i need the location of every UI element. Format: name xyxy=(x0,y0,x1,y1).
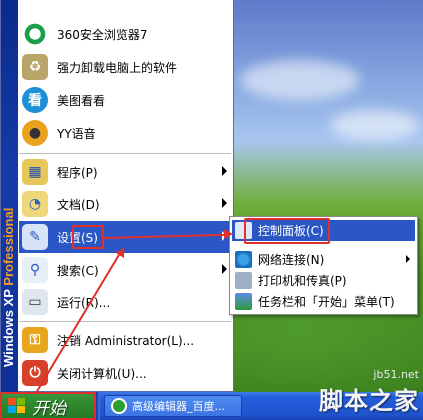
watermark-site: jb51.net xyxy=(373,368,419,381)
chevron-right-icon xyxy=(406,255,410,263)
pinned-item-label: 360安全浏览器7 xyxy=(57,27,148,42)
pinned-item-yy[interactable]: ● YY语音 xyxy=(19,117,233,149)
chevron-right-icon xyxy=(222,198,227,208)
yy-voice-icon: ● xyxy=(22,120,48,146)
pinned-item-meitu[interactable]: 看 美图看看 xyxy=(19,84,233,116)
pinned-item-label: 美图看看 xyxy=(57,93,106,108)
pinned-item-label: 强力卸载电脑上的软件 xyxy=(57,60,178,75)
submenu-item-label: 任务栏和「开始」菜单(T) xyxy=(258,295,395,309)
sky-cloud xyxy=(330,110,420,140)
annotation-arrow-head xyxy=(224,229,233,239)
documents-icon: ◔ xyxy=(22,191,48,217)
sky-cloud xyxy=(240,60,360,100)
windows-xp-brand-strip: Windows XP Professional xyxy=(1,0,18,392)
brand-strip-text: Windows XP Professional xyxy=(0,1,17,371)
watermark: jb51.net 脚本之家 xyxy=(319,368,419,416)
brand-name: Windows XP xyxy=(1,289,16,367)
power-icon: ⏻ xyxy=(22,360,48,386)
submenu-item-printers[interactable]: 打印机和传真(P) xyxy=(232,270,415,291)
settings-icon: ✎ xyxy=(22,224,48,250)
search-icon: ⚲ xyxy=(22,257,48,283)
browser-icon xyxy=(111,398,127,414)
menu-item-programs[interactable]: ▦ 程序(P) xyxy=(19,156,233,188)
menu-separator xyxy=(19,321,231,322)
taskbar-window-button[interactable]: 高级编辑器_百度... xyxy=(104,395,242,417)
pinned-item-uninstaller[interactable]: ♻ 强力卸载电脑上的软件 xyxy=(19,51,233,83)
menu-item-label: 文档(D) xyxy=(57,197,100,212)
submenu-item-network[interactable]: 网络连接(N) xyxy=(232,249,415,270)
taskbar-window-label: 高级编辑器_百度... xyxy=(132,400,225,413)
submenu-item-label: 网络连接(N) xyxy=(258,253,325,267)
printer-icon xyxy=(235,272,252,289)
pinned-item-360-browser[interactable]: 360安全浏览器7 xyxy=(19,18,233,50)
run-icon: ▭ xyxy=(22,289,48,315)
brand-edition: Professional xyxy=(1,207,16,286)
submenu-item-label: 打印机和传真(P) xyxy=(258,274,347,288)
taskbar-divider xyxy=(96,392,100,420)
annotation-highlight-control-panel xyxy=(244,218,330,244)
menu-item-documents[interactable]: ◔ 文档(D) xyxy=(19,188,233,220)
programs-icon: ▦ xyxy=(22,159,48,185)
menu-item-label: 程序(P) xyxy=(57,165,98,180)
menu-item-label: 注销 Administrator(L)... xyxy=(57,333,195,348)
menu-item-shutdown[interactable]: ⏻ 关闭计算机(U)... xyxy=(19,357,233,389)
taskbar-icon xyxy=(235,293,252,310)
annotation-highlight-settings xyxy=(72,225,104,249)
watermark-brand: 脚本之家 xyxy=(319,387,419,415)
network-icon xyxy=(235,251,252,268)
menu-item-label: 关闭计算机(U)... xyxy=(57,366,147,381)
submenu-item-taskbar[interactable]: 任务栏和「开始」菜单(T) xyxy=(232,291,415,312)
ie-360-browser-icon xyxy=(22,21,48,47)
menu-item-run[interactable]: ▭ 运行(R)... xyxy=(19,286,233,318)
menu-separator xyxy=(19,153,231,154)
start-menu: Windows XP Professional 360安全浏览器7 ♻ 强力卸载… xyxy=(0,0,234,392)
menu-item-search[interactable]: ⚲ 搜索(C) xyxy=(19,254,233,286)
meitu-viewer-icon: 看 xyxy=(22,87,48,113)
logoff-icon: ⚿ xyxy=(22,327,48,353)
menu-item-logoff[interactable]: ⚿ 注销 Administrator(L)... xyxy=(19,324,233,356)
menu-item-label: 运行(R)... xyxy=(57,295,111,310)
pinned-item-label: YY语音 xyxy=(57,126,96,141)
chevron-right-icon xyxy=(222,264,227,274)
chevron-right-icon xyxy=(222,166,227,176)
annotation-highlight-start xyxy=(0,392,96,420)
recycle-uninstall-icon: ♻ xyxy=(22,54,48,80)
menu-item-label: 搜索(C) xyxy=(57,263,99,278)
